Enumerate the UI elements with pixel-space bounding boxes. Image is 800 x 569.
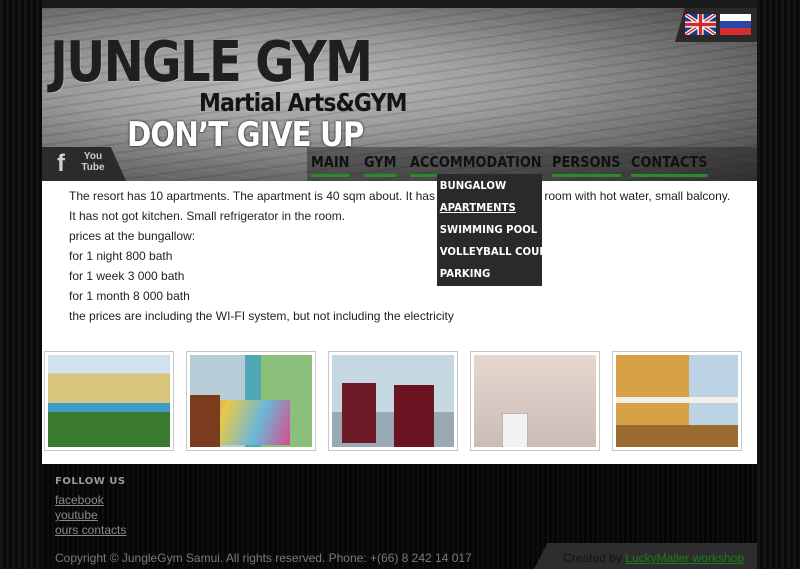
nav-main[interactable]: MAIN <box>311 153 350 177</box>
accommodation-dropdown: BUNGALOW APARTMENTS SWIMMING POOL VOLLEY… <box>437 174 554 286</box>
apartment-description: The resort has 10 apartments. The apartm… <box>69 186 731 326</box>
credit-label: Created by <box>563 551 622 565</box>
price-line: for 1 night 800 bath <box>69 249 173 263</box>
dropdown-volleyball-court[interactable]: VOLLEYBALL COURT <box>437 241 554 263</box>
nav-gym[interactable]: GYM <box>364 153 397 177</box>
bedroom-photo[interactable] <box>186 351 316 451</box>
language-switcher <box>675 8 757 42</box>
youtube-icon[interactable]: You Tube <box>81 151 105 175</box>
dropdown-bungalow[interactable]: BUNGALOW <box>437 175 534 197</box>
header-social: f You Tube <box>42 147 126 181</box>
footer-youtube-link[interactable]: youtube <box>55 508 98 522</box>
footer-contacts-link[interactable]: ours contacts <box>55 523 126 537</box>
dropdown-swimming-pool[interactable]: SWIMMING POOL <box>437 219 538 241</box>
nav-contacts[interactable]: CONTACTS <box>631 153 708 177</box>
dropdown-apartments[interactable]: APARTMENTS <box>437 197 534 219</box>
bathroom-photo[interactable] <box>470 351 600 451</box>
follow-us-heading: FOLLOW US <box>55 476 126 487</box>
youtube-icon-top: You <box>83 151 103 162</box>
nav-persons[interactable]: PERSONS <box>552 153 621 177</box>
credit: Created by LuckyMaller workshop <box>563 551 744 565</box>
photo-gallery <box>44 351 757 455</box>
dropdown-parking[interactable]: PARKING <box>437 263 534 285</box>
price-line: for 1 month 8 000 bath <box>69 289 190 303</box>
wardrobe-room-photo[interactable] <box>328 351 458 451</box>
english-flag-icon[interactable] <box>685 14 716 35</box>
building-balcony-photo[interactable] <box>612 351 742 451</box>
right-margin <box>757 0 800 569</box>
price-line: for 1 week 3 000 bath <box>69 269 185 283</box>
copyright: Copyright © JungleGym Samui. All rights … <box>55 551 472 565</box>
russian-flag-icon[interactable] <box>720 14 751 35</box>
youtube-icon-bottom: Tube <box>81 162 105 173</box>
description-line: prices at the bungallow: <box>69 229 196 243</box>
site-logo[interactable]: JUNGLE GYM <box>50 30 373 95</box>
site-footer: FOLLOW US facebook youtube ours contacts… <box>42 464 757 569</box>
footer-facebook-link[interactable]: facebook <box>55 493 104 507</box>
site-subtitle: Martial Arts&GYM <box>199 88 408 117</box>
main-content: The resort has 10 apartments. The apartm… <box>42 181 757 464</box>
page: JUNGLE GYM Martial Arts&GYM DON’T GIVE U… <box>42 0 757 569</box>
site-header: JUNGLE GYM Martial Arts&GYM DON’T GIVE U… <box>42 0 757 181</box>
description-line: the prices are including the WI-FI syste… <box>69 309 454 323</box>
left-margin <box>0 0 42 569</box>
facebook-icon[interactable]: f <box>49 152 73 176</box>
workshop-link[interactable]: LuckyMaller workshop <box>625 551 744 565</box>
description-line: The resort has 10 apartments. The apartm… <box>69 189 731 203</box>
resort-pool-photo[interactable] <box>44 351 174 451</box>
description-line: It has not got kitchen. Small refrigerat… <box>69 209 346 223</box>
